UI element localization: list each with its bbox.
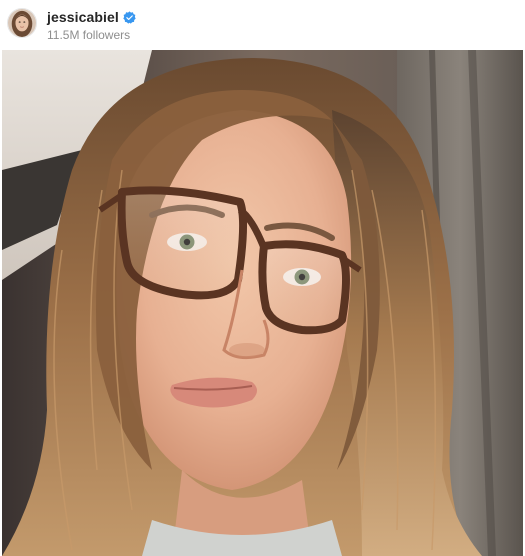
post-photo[interactable]: [2, 50, 523, 556]
avatar[interactable]: [7, 8, 37, 38]
user-info: jessicabiel 11.5M followers: [47, 9, 136, 42]
selfie-image: [2, 50, 523, 556]
avatar-image: [8, 9, 36, 37]
post-header: jessicabiel 11.5M followers: [0, 0, 525, 50]
followers-count: 11.5M followers: [47, 28, 131, 42]
post-card: jessicabiel 11.5M followers: [0, 0, 525, 556]
verified-badge-icon: [123, 10, 136, 24]
username-link[interactable]: jessicabiel: [47, 9, 119, 25]
username-row: jessicabiel: [47, 9, 136, 25]
